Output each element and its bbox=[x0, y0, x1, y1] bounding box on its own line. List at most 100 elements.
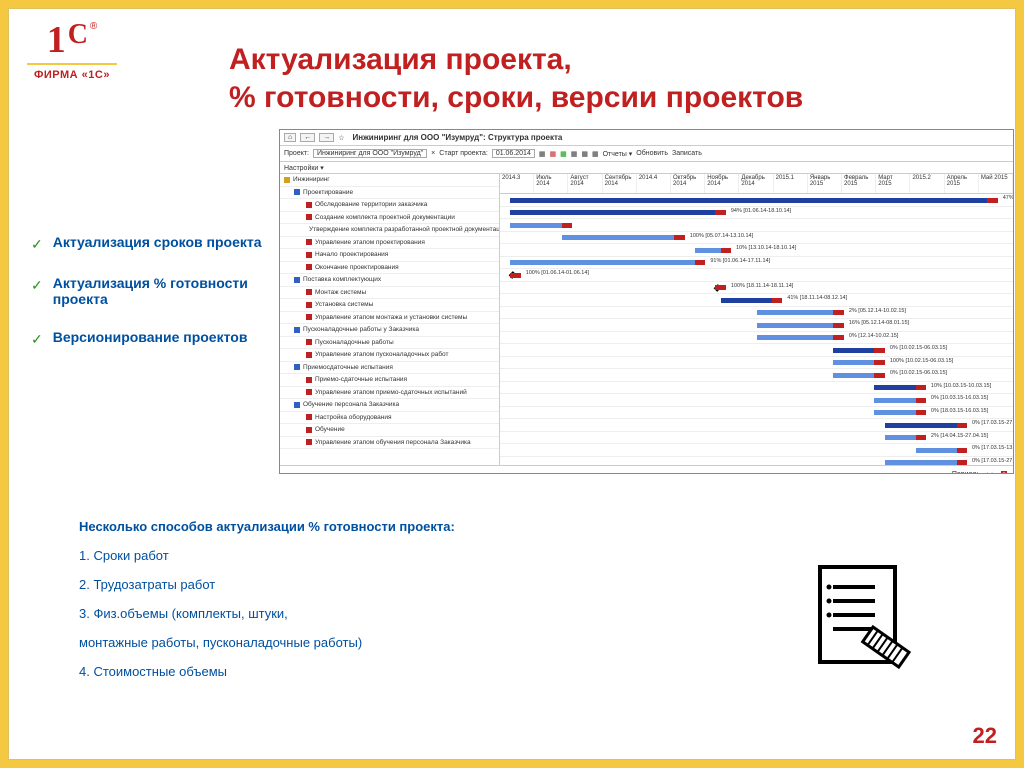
gantt-bar[interactable] bbox=[833, 373, 874, 378]
gantt-bar[interactable] bbox=[874, 398, 915, 403]
gantt-row: 100% [18.11.14-18.11.14] bbox=[500, 282, 1013, 295]
gantt-percent-label: 2% [14.04.15-27.04.15] bbox=[931, 433, 988, 439]
tool-icon[interactable]: ▦ bbox=[592, 150, 599, 158]
tool-icon[interactable]: ▦ bbox=[549, 150, 556, 158]
reports-button[interactable]: Отчеты ▾ bbox=[603, 150, 633, 158]
project-field[interactable]: Инжиниринг для ООО "Изумруд" bbox=[313, 149, 427, 158]
task-icon bbox=[306, 239, 312, 245]
gantt-bar[interactable] bbox=[721, 298, 772, 303]
gantt-bar-end bbox=[916, 385, 926, 390]
task-name: Монтаж системы bbox=[315, 289, 366, 296]
gantt-row: 47% [01.06.14-27.04.15] bbox=[500, 194, 1013, 207]
forward-icon[interactable]: → bbox=[319, 133, 334, 142]
notes-line: 3. Физ.объемы (комплекты, штуки, bbox=[79, 606, 679, 621]
gantt-bar[interactable] bbox=[510, 198, 987, 203]
task-icon bbox=[306, 202, 312, 208]
gantt-bar[interactable] bbox=[885, 423, 957, 428]
task-row[interactable]: Начало проектирования bbox=[280, 249, 499, 262]
task-row[interactable]: Утверждение комплекта разработанной прое… bbox=[280, 224, 499, 237]
task-row[interactable]: Поставка комплектующих bbox=[280, 274, 499, 287]
gantt-bar[interactable] bbox=[833, 348, 874, 353]
task-name: Настройка оборудования bbox=[315, 414, 391, 421]
period-prev-icon[interactable]: ◀ bbox=[982, 471, 987, 475]
back-icon[interactable]: ← bbox=[300, 133, 315, 142]
gantt-bar[interactable] bbox=[757, 310, 834, 315]
timeline-cell: 2015.1 bbox=[774, 174, 808, 193]
task-row[interactable]: Проектирование bbox=[280, 187, 499, 200]
task-row[interactable]: Пусконаладочные работы у Заказчика bbox=[280, 324, 499, 337]
app-screenshot: ⌂ ← → ☆ Инжиниринг для ООО "Изумруд": Ст… bbox=[279, 129, 1014, 474]
gantt-bar[interactable] bbox=[874, 385, 915, 390]
gantt-bar[interactable] bbox=[695, 248, 721, 253]
gantt-bar[interactable] bbox=[885, 435, 916, 440]
gantt-bar[interactable] bbox=[916, 448, 957, 453]
gantt-bar[interactable] bbox=[833, 360, 874, 365]
task-name: Пусконаладочные работы у Заказчика bbox=[303, 326, 419, 333]
gantt-bar-end bbox=[957, 448, 967, 453]
task-row[interactable]: Создание комплекта проектной документаци… bbox=[280, 212, 499, 225]
gantt-bar-end bbox=[874, 360, 884, 365]
gantt-bar-end bbox=[916, 435, 926, 440]
task-row[interactable]: Инжиниринг bbox=[280, 174, 499, 187]
check-icon: ✓ bbox=[31, 236, 43, 253]
gantt-bar[interactable] bbox=[562, 235, 675, 240]
task-row[interactable]: Обследование территории заказчика bbox=[280, 199, 499, 212]
task-row[interactable]: Установка системы bbox=[280, 299, 499, 312]
tool-icon[interactable]: ▦ bbox=[571, 150, 578, 158]
gantt-percent-label: 100% [05.07.14-13.10.14] bbox=[690, 233, 753, 239]
gantt-percent-label: 0% [12.14-10.02.15] bbox=[849, 333, 899, 339]
task-icon bbox=[294, 327, 300, 333]
task-name: Окончание проектирования bbox=[315, 264, 399, 271]
tool-icon[interactable]: ▦ bbox=[539, 150, 546, 158]
notes-line: монтажные работы, пусконаладочные работы… bbox=[79, 635, 679, 650]
task-row[interactable]: Обучение bbox=[280, 424, 499, 437]
task-row[interactable]: Приемосдаточные испытания bbox=[280, 362, 499, 375]
task-row[interactable]: Пусконаладочные работы bbox=[280, 337, 499, 350]
task-row[interactable]: Управление этапом монтажа и установки си… bbox=[280, 312, 499, 325]
start-date-field[interactable]: 01.06.2014 bbox=[492, 149, 535, 158]
task-icon bbox=[306, 352, 312, 358]
task-name: Обучение персонала Заказчика bbox=[303, 401, 399, 408]
gantt-bar[interactable] bbox=[510, 260, 695, 265]
task-row[interactable]: Обучение персонала Заказчика bbox=[280, 399, 499, 412]
gantt-bar[interactable] bbox=[757, 323, 834, 328]
title-line1: Актуализация проекта, bbox=[229, 41, 803, 79]
gantt-bar[interactable] bbox=[510, 210, 715, 215]
task-row[interactable]: Управление этапом приемо-сдаточных испыт… bbox=[280, 387, 499, 400]
task-name: Управление этапом проектирования bbox=[315, 239, 425, 246]
gantt-percent-label: 10% [13.10.14-18.10.14] bbox=[736, 245, 796, 251]
save-button[interactable]: Записать bbox=[672, 150, 702, 157]
gantt-percent-label: 94% [01.06.14-18.10.14] bbox=[731, 208, 791, 214]
task-name: Управление этапом обучения персонала Зак… bbox=[315, 439, 471, 446]
slide: 1C® ФИРМА «1С» Актуализация проекта, % г… bbox=[8, 8, 1016, 760]
period-next-icon[interactable]: ▶ bbox=[992, 471, 997, 475]
task-row[interactable]: Окончание проектирования bbox=[280, 262, 499, 275]
task-name: Создание комплекта проектной документаци… bbox=[315, 214, 455, 221]
tool-icon[interactable]: ▦ bbox=[581, 150, 588, 158]
task-name: Проектирование bbox=[303, 189, 353, 196]
bullet-item: ✓ Актуализация % готовности проекта bbox=[31, 275, 266, 307]
task-row[interactable]: Настройка оборудования bbox=[280, 412, 499, 425]
task-name: Инжиниринг bbox=[293, 176, 330, 183]
star-icon[interactable]: ☆ bbox=[338, 134, 344, 142]
gantt-bar-end bbox=[772, 298, 782, 303]
gantt-bar[interactable] bbox=[510, 223, 561, 228]
task-icon bbox=[306, 289, 312, 295]
gantt-bar-end bbox=[674, 235, 684, 240]
gantt-bar[interactable] bbox=[885, 460, 957, 465]
tool-icon[interactable]: ▦ bbox=[560, 150, 567, 158]
task-row[interactable]: Управление этапом пусконаладочных работ bbox=[280, 349, 499, 362]
task-row[interactable]: Приемо-сдаточные испытания bbox=[280, 374, 499, 387]
clear-icon[interactable]: × bbox=[431, 150, 435, 157]
gantt-bar-end bbox=[957, 423, 967, 428]
home-icon[interactable]: ⌂ bbox=[284, 133, 296, 142]
refresh-button[interactable]: Обновить bbox=[636, 150, 668, 157]
task-row[interactable]: Управление этапом проектирования bbox=[280, 237, 499, 250]
gantt-bar[interactable] bbox=[874, 410, 915, 415]
zoom-icon[interactable]: ⊕ bbox=[1001, 471, 1007, 475]
task-row[interactable]: Управление этапом обучения персонала Зак… bbox=[280, 437, 499, 450]
gantt-bar[interactable] bbox=[757, 335, 834, 340]
task-row[interactable]: Монтаж системы bbox=[280, 287, 499, 300]
settings-button[interactable]: Настройки ▾ bbox=[284, 164, 324, 172]
timeline-cell: Июль 2014 bbox=[534, 174, 568, 193]
